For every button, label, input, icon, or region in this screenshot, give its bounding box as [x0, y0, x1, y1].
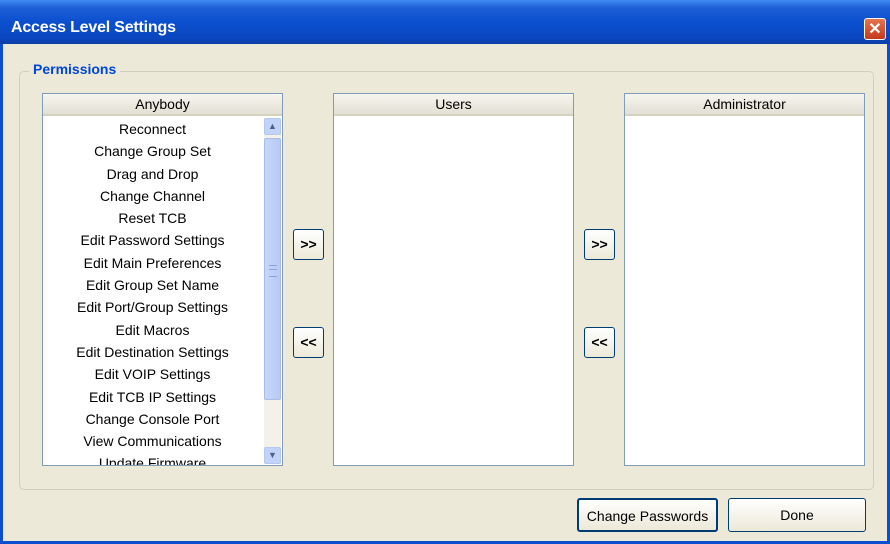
anybody-list-header[interactable]: Anybody: [43, 94, 282, 116]
grip-icon: [269, 265, 277, 277]
scroll-thumb[interactable]: [264, 138, 281, 400]
administrator-list[interactable]: Administrator: [624, 93, 865, 466]
list-item[interactable]: Change Channel: [43, 185, 262, 207]
users-list-header[interactable]: Users: [334, 94, 573, 116]
anybody-list[interactable]: Anybody Reconnect Change Group Set Drag an…: [42, 93, 283, 466]
list-item[interactable]: Change Console Port: [43, 408, 262, 430]
list-item[interactable]: Update Firmware: [43, 452, 262, 465]
done-button[interactable]: Done: [728, 498, 866, 532]
move-anybody-to-users-button[interactable]: >>: [293, 229, 324, 260]
anybody-list-scrollbar[interactable]: ▲ ▼: [264, 118, 281, 464]
list-item[interactable]: Drag and Drop: [43, 163, 262, 185]
list-item[interactable]: Edit Port/Group Settings: [43, 296, 262, 318]
list-item[interactable]: Edit Group Set Name: [43, 274, 262, 296]
move-administrator-to-users-button[interactable]: <<: [584, 327, 615, 358]
list-item[interactable]: Reconnect: [43, 118, 262, 140]
close-button[interactable]: ✕: [864, 18, 886, 40]
close-icon: ✕: [868, 21, 882, 38]
list-item[interactable]: View Communications: [43, 430, 262, 452]
list-item[interactable]: Edit Main Preferences: [43, 252, 262, 274]
chevron-up-icon: ▲: [268, 121, 277, 131]
list-item[interactable]: Edit Macros: [43, 319, 262, 341]
title-bar[interactable]: Access Level Settings ✕: [0, 0, 890, 44]
chevron-down-icon: ▼: [268, 450, 277, 460]
scroll-up-button[interactable]: ▲: [264, 118, 281, 135]
change-passwords-button[interactable]: Change Passwords: [577, 498, 718, 532]
list-item[interactable]: Edit Password Settings: [43, 229, 262, 251]
move-users-to-administrator-button[interactable]: >>: [584, 229, 615, 260]
users-list[interactable]: Users: [333, 93, 574, 466]
administrator-list-header[interactable]: Administrator: [625, 94, 864, 116]
permissions-group-label: Permissions: [29, 61, 121, 77]
list-item[interactable]: Change Group Set: [43, 140, 262, 162]
list-item[interactable]: Edit Destination Settings: [43, 341, 262, 363]
anybody-list-items: Reconnect Change Group Set Drag and Drop Ch…: [43, 118, 262, 465]
list-item[interactable]: Edit TCB IP Settings: [43, 386, 262, 408]
list-item[interactable]: Reset TCB: [43, 207, 262, 229]
list-item[interactable]: Edit VOIP Settings: [43, 363, 262, 385]
scroll-down-button[interactable]: ▼: [264, 447, 281, 464]
move-users-to-anybody-button[interactable]: <<: [293, 327, 324, 358]
window-title: Access Level Settings: [11, 19, 176, 36]
